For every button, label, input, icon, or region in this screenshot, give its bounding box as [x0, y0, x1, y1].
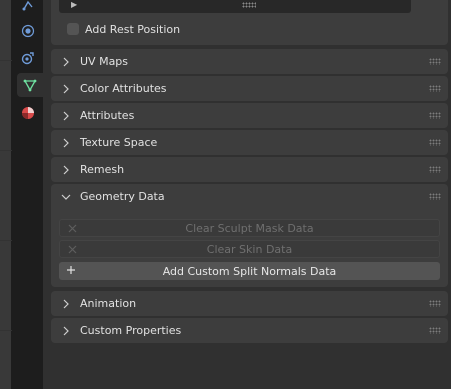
chevron-right-icon [60, 110, 72, 122]
panel-custom-properties: Custom Properties [51, 318, 448, 343]
drag-handle-icon[interactable] [429, 300, 441, 307]
drag-handle-icon[interactable] [429, 112, 441, 119]
panel-header-geometry-data[interactable]: Geometry Data [51, 184, 448, 209]
clear-sculpt-mask-data-button[interactable]: Clear Sculpt Mask Data [59, 219, 440, 237]
chevron-right-icon [60, 325, 72, 337]
panel-header-uv-maps[interactable]: UV Maps [51, 49, 448, 74]
tab-mesh-data[interactable] [17, 73, 43, 97]
drag-handle-icon[interactable] [429, 139, 441, 146]
panel-header-color-attributes[interactable]: Color Attributes [51, 76, 448, 101]
chevron-right-icon [60, 83, 72, 95]
panel-texture-space: Texture Space [51, 130, 448, 155]
button-label: Clear Skin Data [206, 242, 293, 256]
shape-keys-panel: ▶ Add Rest Position [51, 0, 448, 45]
expand-arrow-icon[interactable]: ▶ [71, 0, 77, 10]
tab-material[interactable] [16, 101, 40, 125]
add-rest-position-checkbox[interactable] [67, 23, 79, 35]
panel-title: Geometry Data [80, 190, 165, 203]
panel-header-remesh[interactable]: Remesh [51, 157, 448, 182]
panel-geometry-data: Geometry Data Clear Sculpt Mask Data Cle… [51, 184, 448, 287]
panel-remesh: Remesh [51, 157, 448, 182]
viewport-edge [0, 0, 12, 389]
panel-attributes: Attributes [51, 103, 448, 128]
list-footer[interactable]: ▶ [59, 0, 411, 13]
clear-skin-data-button[interactable]: Clear Skin Data [59, 240, 440, 258]
panel-title: UV Maps [80, 55, 129, 68]
panel-color-attributes: Color Attributes [51, 76, 448, 101]
panel-animation: Animation [51, 291, 448, 316]
x-icon [66, 243, 78, 255]
add-rest-position-label: Add Rest Position [85, 22, 181, 36]
chevron-right-icon [60, 298, 72, 310]
panel-title: Texture Space [80, 136, 158, 149]
grid-line [0, 240, 12, 241]
panel-title: Attributes [80, 109, 135, 122]
physics-icon [21, 24, 35, 38]
chevron-right-icon [60, 164, 72, 176]
add-rest-position-row[interactable]: Add Rest Position [67, 21, 180, 37]
resize-grip-icon[interactable] [242, 2, 256, 8]
material-icon [22, 107, 34, 119]
properties-tab-column [12, 0, 43, 389]
button-label: Add Custom Split Normals Data [162, 264, 337, 278]
grid-line [0, 60, 12, 61]
panel-title: Remesh [80, 163, 125, 176]
panel-title: Animation [80, 297, 137, 310]
properties-editor: ▶ Add Rest Position UV Maps Color Attrib… [43, 0, 451, 389]
drag-handle-icon[interactable] [429, 58, 441, 65]
chevron-down-icon [60, 191, 72, 203]
panel-header-animation[interactable]: Animation [51, 291, 448, 316]
drag-handle-icon[interactable] [429, 166, 441, 173]
drag-handle-icon[interactable] [429, 85, 441, 92]
panel-header-custom-properties[interactable]: Custom Properties [51, 318, 448, 343]
add-custom-split-normals-button[interactable]: Add Custom Split Normals Data [59, 262, 440, 280]
grid-line [0, 330, 12, 331]
grid-line [0, 150, 12, 151]
mesh-data-icon [23, 79, 37, 92]
plus-icon [65, 264, 77, 276]
particles-icon [22, 0, 33, 11]
drag-handle-icon[interactable] [429, 193, 441, 200]
panel-header-texture-space[interactable]: Texture Space [51, 130, 448, 155]
drag-handle-icon[interactable] [429, 327, 441, 334]
button-label: Clear Sculpt Mask Data [185, 221, 314, 235]
tab-physics[interactable] [16, 19, 40, 43]
tab-constraints[interactable] [16, 46, 40, 70]
chevron-right-icon [60, 56, 72, 68]
constraints-icon [21, 52, 34, 65]
chevron-right-icon [60, 137, 72, 149]
panel-header-attributes[interactable]: Attributes [51, 103, 448, 128]
panel-uv-maps: UV Maps [51, 49, 448, 74]
tab-particles[interactable] [16, 0, 40, 18]
panel-title: Color Attributes [80, 82, 167, 95]
panel-title: Custom Properties [80, 324, 182, 337]
x-icon [66, 222, 78, 234]
